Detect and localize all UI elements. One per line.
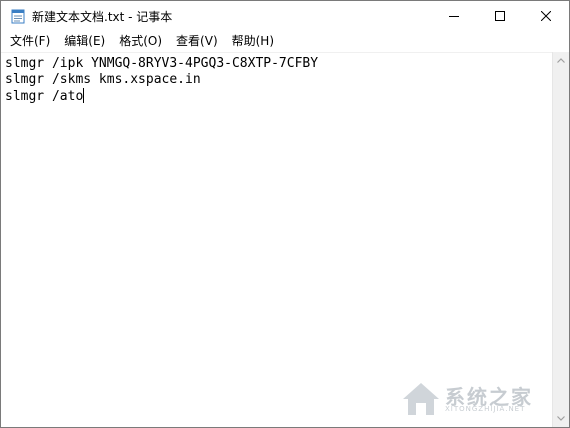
maximize-icon [495,11,505,21]
vertical-scrollbar[interactable] [552,52,569,427]
house-logo-icon [403,383,439,415]
chevron-up-icon [557,58,565,63]
menu-file[interactable]: 文件(F) [3,31,57,51]
menu-help[interactable]: 帮助(H) [225,31,281,51]
close-icon [541,11,551,21]
title-bar[interactable]: 新建文本文档.txt - 记事本 [1,1,569,31]
scroll-down-button[interactable] [553,410,569,427]
scroll-up-button[interactable] [553,52,569,69]
chevron-down-icon [557,416,565,421]
text-line: slmgr /ato [5,88,552,104]
site-watermark: 系统之家 XITONGZHIJIA.NET [399,377,549,421]
text-editor-area[interactable]: slmgr /ipk YNMGQ-8RYV3-4PGQ3-C8XTP-7CFBY… [1,52,552,427]
notepad-app-icon[interactable] [10,8,26,24]
text-line-content: slmgr /ipk YNMGQ-8RYV3-4PGQ3-C8XTP-7CFBY [5,56,319,71]
menu-edit[interactable]: 编辑(E) [57,31,112,51]
text-caret [83,88,85,103]
window-controls [431,1,569,31]
text-line: slmgr /ipk YNMGQ-8RYV3-4PGQ3-C8XTP-7CFBY [5,56,552,72]
text-line: slmgr /skms kms.xspace.in [5,72,552,88]
watermark-subtext: XITONGZHIJIA.NET [445,405,526,413]
notepad-window: 新建文本文档.txt - 记事本 文件(F) 编辑(E) 格式(O) 查看(V)… [0,0,570,428]
maximize-button[interactable] [477,1,523,31]
text-line-content: slmgr /ato [5,89,84,104]
close-button[interactable] [523,1,569,31]
minimize-button[interactable] [431,1,477,31]
menu-view[interactable]: 查看(V) [169,31,225,51]
minimize-icon [449,16,459,17]
window-title: 新建文本文档.txt - 记事本 [32,9,173,24]
menu-bar: 文件(F) 编辑(E) 格式(O) 查看(V) 帮助(H) [1,31,569,51]
text-line-content: slmgr /skms kms.xspace.in [5,72,201,87]
menu-format[interactable]: 格式(O) [112,31,169,51]
